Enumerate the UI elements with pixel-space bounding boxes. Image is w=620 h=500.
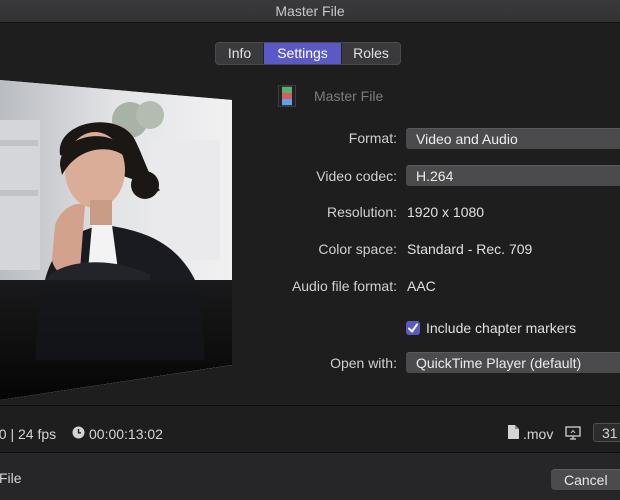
- color-space-value: Standard - Rec. 709: [407, 241, 533, 257]
- color-space-label: Color space:: [318, 241, 397, 257]
- share-dialog: Master File Info Settings Roles Master F…: [0, 0, 620, 500]
- file-extension-text: .mov: [523, 426, 554, 442]
- tab-info[interactable]: Info: [216, 43, 264, 64]
- tab-settings[interactable]: Settings: [264, 43, 342, 64]
- clock-icon: [72, 426, 85, 439]
- duration-text: 00:00:13:02: [89, 426, 163, 442]
- tab-roles[interactable]: Roles: [342, 43, 400, 64]
- resolution-value: 1920 x 1080: [407, 204, 485, 220]
- document-icon: [508, 425, 519, 439]
- cancel-button[interactable]: Cancel: [551, 469, 620, 490]
- chapter-markers-checkbox[interactable]: [406, 321, 420, 335]
- open-with-label: Open with:: [330, 355, 397, 371]
- audio-file-format-label: Audio file format:: [291, 278, 397, 294]
- checkmark-icon: [408, 323, 418, 333]
- footer-bar: [0, 453, 620, 500]
- footer-left-text: File: [0, 470, 22, 486]
- video-codec-popup[interactable]: H.264: [406, 165, 620, 186]
- format-popup[interactable]: Video and Audio: [406, 128, 620, 149]
- window-title: Master File: [0, 0, 620, 23]
- resolution-label: Resolution:: [326, 204, 397, 220]
- preview-thumbnail: [0, 80, 232, 400]
- divider: [0, 405, 620, 406]
- destination-title: Master File: [314, 88, 384, 104]
- format-label: Format:: [348, 130, 397, 146]
- chapter-markers-label: Include chapter markers: [426, 320, 577, 336]
- tab-bar: Info Settings Roles: [215, 42, 401, 65]
- video-codec-label: Video codec:: [316, 168, 397, 184]
- chapter-markers-row[interactable]: Include chapter markers: [406, 320, 576, 336]
- audio-file-format-value: AAC: [407, 278, 436, 294]
- resolution-fps-text: 80 | 24 fps: [0, 426, 57, 442]
- monitor-icon: [565, 426, 581, 440]
- file-size-field: 31: [593, 423, 620, 442]
- open-with-popup[interactable]: QuickTime Player (default): [406, 352, 620, 373]
- film-strip-icon: [278, 85, 296, 107]
